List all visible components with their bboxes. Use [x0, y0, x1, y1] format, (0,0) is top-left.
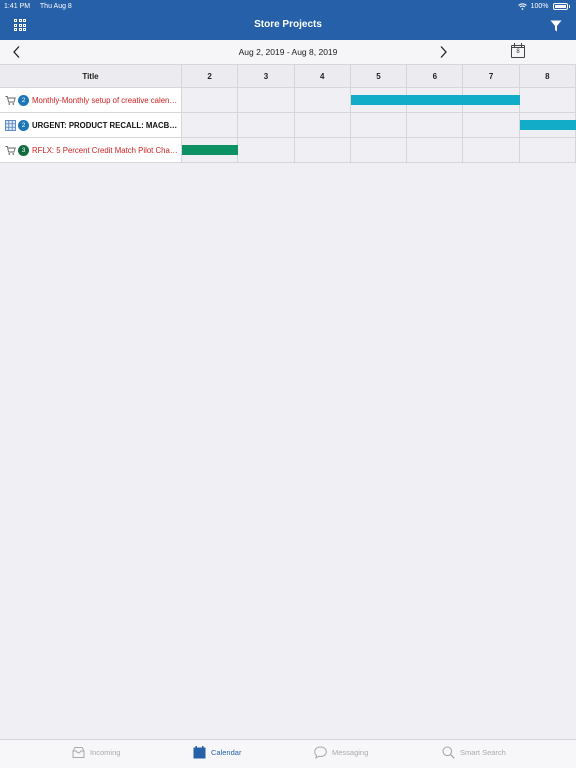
date-navigation-bar: Aug 2, 2019 - Aug 8, 2019 8 [0, 40, 576, 65]
chat-bubble-icon [314, 746, 327, 759]
grid-list-icon [5, 119, 16, 131]
calendar-day-number: 8 [516, 49, 520, 55]
gantt-grid: Title 2 3 4 5 6 7 8 2 Monthly-Monthly se… [0, 65, 576, 163]
tab-label: Calendar [211, 748, 242, 757]
timeline-bar[interactable] [519, 120, 576, 130]
inbox-icon [72, 747, 85, 758]
tab-smart-search[interactable]: Smart Search [442, 746, 506, 759]
priority-badge: 2 [18, 119, 29, 131]
status-date: Thu Aug 8 [39, 3, 72, 10]
cart-icon [5, 95, 16, 105]
status-time: 1:41 PM [4, 3, 31, 10]
tab-messaging[interactable]: Messaging [314, 746, 368, 759]
timeline-bar[interactable] [350, 95, 520, 105]
search-icon [442, 746, 455, 759]
battery-percent: 100% [530, 3, 549, 10]
project-title: Monthly-Monthly setup of creative calend… [32, 95, 181, 105]
day-header: 2 [182, 65, 239, 87]
calendar-picker-button[interactable]: 8 [511, 43, 525, 58]
project-row[interactable]: 2 Monthly-Monthly setup of creative cale… [0, 88, 576, 113]
day-header: 7 [463, 65, 520, 87]
project-row-title[interactable]: 2 Monthly-Monthly setup of creative cale… [0, 88, 182, 112]
tab-label: Incoming [90, 748, 121, 757]
day-header: 8 [520, 65, 576, 87]
project-row[interactable]: 3 RFLX: 5 Percent Credit Match Pilot Cha… [0, 138, 576, 163]
tab-label: Smart Search [460, 748, 506, 757]
battery-icon [552, 3, 568, 10]
calendar-icon [193, 746, 206, 759]
grid-header-row: Title 2 3 4 5 6 7 8 [0, 65, 576, 88]
project-title: URGENT: PRODUCT RECALL: MACBOOK... [32, 120, 181, 130]
project-row-title[interactable]: 3 RFLX: 5 Percent Credit Match Pilot Cha… [0, 138, 182, 162]
day-header: 4 [295, 65, 351, 87]
tab-incoming[interactable]: Incoming [72, 746, 120, 759]
day-header: 6 [407, 65, 464, 87]
cart-icon [5, 145, 16, 155]
project-title: RFLX: 5 Percent Credit Match Pilot Chang… [32, 145, 181, 155]
next-week-button[interactable] [436, 45, 450, 59]
day-header: 5 [351, 65, 408, 87]
bottom-tab-bar: Incoming Calendar Messaging Smart Search [0, 739, 576, 768]
status-bar: 1:41 PM Thu Aug 8 100% [4, 2, 570, 11]
priority-badge: 2 [18, 94, 29, 106]
title-column-header: Title [0, 65, 182, 87]
date-range-label: Aug 2, 2019 - Aug 8, 2019 [238, 47, 338, 57]
project-row[interactable]: 2 URGENT: PRODUCT RECALL: MACBOOK... [0, 113, 576, 138]
page-title: Store Projects [254, 19, 322, 30]
top-bar: 1:41 PM Thu Aug 8 100% Store Projects [0, 0, 576, 40]
timeline-bar[interactable] [182, 145, 239, 155]
tab-calendar[interactable]: Calendar [193, 746, 241, 759]
filter-icon[interactable] [550, 20, 562, 32]
priority-badge: 3 [18, 144, 29, 156]
project-row-title[interactable]: 2 URGENT: PRODUCT RECALL: MACBOOK... [0, 113, 182, 137]
wifi-icon [517, 3, 527, 10]
day-header: 3 [238, 65, 295, 87]
tab-label: Messaging [332, 748, 369, 757]
battery-tip [568, 5, 570, 8]
